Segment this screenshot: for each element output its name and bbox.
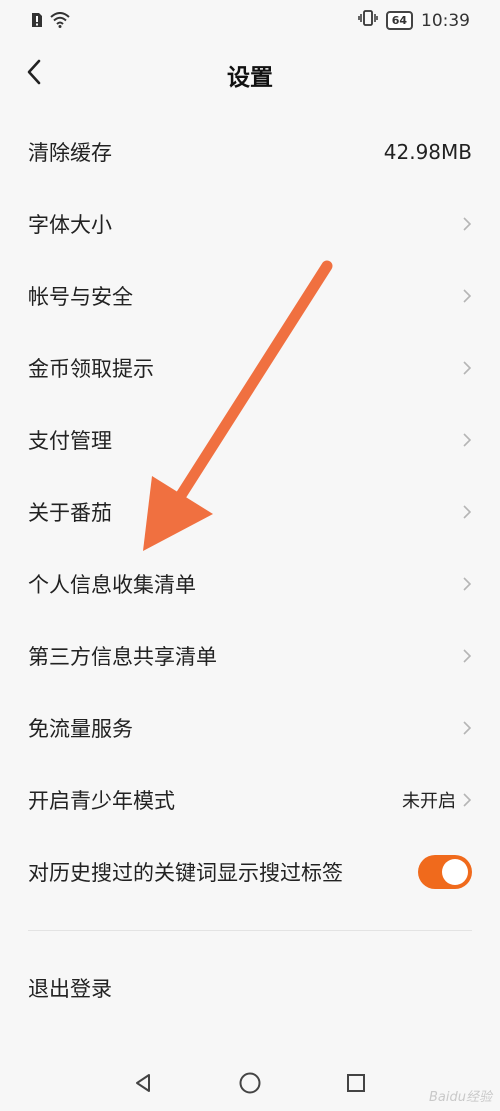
setting-third-party-sharing[interactable]: 第三方信息共享清单 — [0, 620, 500, 692]
settings-list: 清除缓存 42.98MB 字体大小 帐号与安全 金币领取提示 支付管理 关于番茄… — [0, 116, 500, 908]
nav-recent-button[interactable] — [343, 1072, 369, 1098]
status-bar: 64 10:39 — [0, 0, 500, 44]
chevron-right-icon — [462, 504, 472, 520]
square-recent-icon — [345, 1072, 367, 1098]
setting-font-size[interactable]: 字体大小 — [0, 188, 500, 260]
status-time: 10:39 — [421, 10, 470, 31]
setting-label: 开启青少年模式 — [28, 789, 175, 813]
section-divider — [28, 930, 472, 931]
setting-payment[interactable]: 支付管理 — [0, 404, 500, 476]
vibrate-icon — [357, 10, 378, 31]
setting-label: 第三方信息共享清单 — [28, 645, 217, 669]
chevron-right-icon — [462, 648, 472, 664]
setting-search-history-tag: 对历史搜过的关键词显示搜过标签 — [0, 836, 500, 908]
setting-label: 帐号与安全 — [28, 285, 133, 309]
setting-coin-reminder[interactable]: 金币领取提示 — [0, 332, 500, 404]
setting-label: 免流量服务 — [28, 717, 133, 741]
chevron-right-icon — [462, 288, 472, 304]
toggle-knob — [442, 859, 468, 885]
chevron-right-icon — [462, 432, 472, 448]
sim-alert-icon — [30, 12, 44, 32]
setting-label: 清除缓存 — [28, 141, 112, 165]
cache-size-value: 42.98MB — [383, 140, 472, 164]
setting-clear-cache[interactable]: 清除缓存 42.98MB — [0, 116, 500, 188]
setting-label: 字体大小 — [28, 213, 112, 237]
setting-label: 支付管理 — [28, 429, 112, 453]
setting-label: 金币领取提示 — [28, 357, 154, 381]
setting-label: 个人信息收集清单 — [28, 573, 196, 597]
setting-about[interactable]: 关于番茄 — [0, 476, 500, 548]
chevron-right-icon — [462, 360, 472, 376]
system-nav-bar: Baidu经验 — [0, 1058, 500, 1111]
chevron-right-icon — [462, 216, 472, 232]
settings-screen: 64 10:39 设置 清除缓存 42.98MB 字体大小 帐号与安全 金币领取… — [0, 0, 500, 1111]
setting-label: 关于番茄 — [28, 501, 112, 525]
search-tag-toggle[interactable] — [418, 855, 472, 889]
setting-teen-mode[interactable]: 开启青少年模式 未开启 — [0, 764, 500, 836]
logout-button[interactable]: 退出登录 — [0, 952, 500, 1024]
setting-label: 对历史搜过的关键词显示搜过标签 — [28, 861, 343, 885]
chevron-right-icon — [462, 792, 472, 808]
triangle-back-icon — [132, 1072, 154, 1098]
chevron-right-icon — [462, 720, 472, 736]
status-right: 64 10:39 — [357, 10, 470, 31]
nav-home-button[interactable] — [237, 1072, 263, 1098]
setting-personal-info-list[interactable]: 个人信息收集清单 — [0, 548, 500, 620]
teen-mode-status: 未开启 — [402, 791, 456, 812]
battery-icon: 64 — [385, 11, 413, 30]
page-title: 设置 — [227, 65, 273, 91]
circle-home-icon — [238, 1071, 262, 1099]
nav-bar: 设置 — [0, 44, 500, 104]
chevron-right-icon — [462, 576, 472, 592]
setting-free-data[interactable]: 免流量服务 — [0, 692, 500, 764]
wifi-icon — [50, 12, 70, 32]
watermark: Baidu经验 — [429, 1090, 492, 1105]
status-left — [30, 12, 70, 32]
logout-label: 退出登录 — [28, 977, 112, 1001]
nav-back-button[interactable] — [130, 1072, 156, 1098]
setting-account-security[interactable]: 帐号与安全 — [0, 260, 500, 332]
